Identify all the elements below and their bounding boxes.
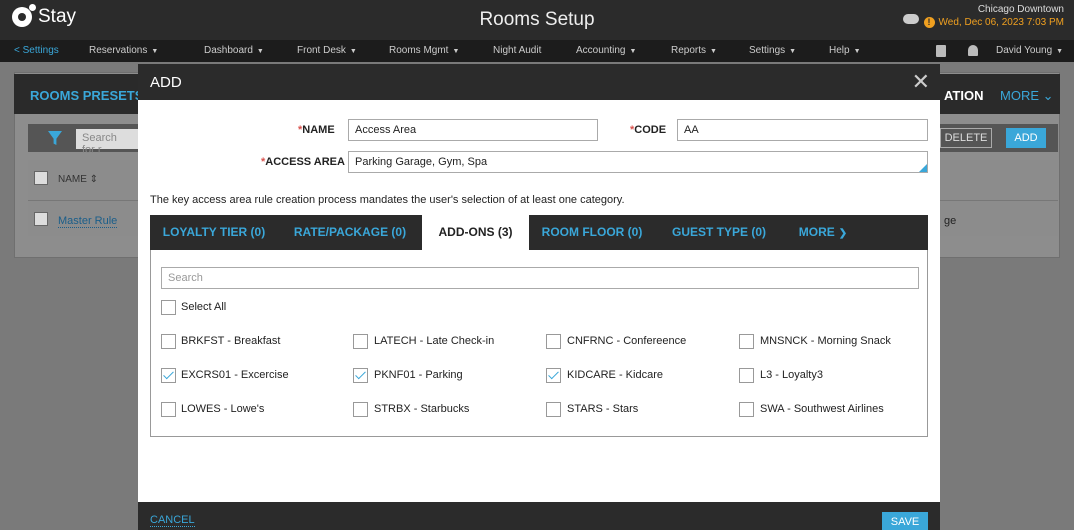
chevron-down-icon: ▼ bbox=[349, 48, 357, 55]
option-label: KIDCARE - Kidcare bbox=[567, 369, 663, 381]
option-checkbox-lowes[interactable] bbox=[161, 402, 176, 417]
option-label: LOWES - Lowe's bbox=[181, 403, 265, 415]
modal-footer: CANCEL SAVE bbox=[138, 502, 940, 530]
tab-loyalty-tier[interactable]: LOYALTY TIER (0) bbox=[150, 215, 278, 250]
option-checkbox-pknf01[interactable] bbox=[353, 368, 368, 383]
nav-night-audit[interactable]: Night Audit bbox=[493, 45, 541, 56]
save-button[interactable]: SAVE bbox=[882, 512, 928, 530]
add-modal: ADD ✕ *NAME Access Area *CODE AA *ACCESS… bbox=[138, 64, 940, 530]
tab-room-floor[interactable]: ROOM FLOOR (0) bbox=[529, 215, 655, 250]
option-checkbox-kidcare[interactable] bbox=[546, 368, 561, 383]
current-datetime: Wed, Dec 06, 2023 7:03 PM bbox=[938, 17, 1064, 28]
chevron-down-icon: ▼ bbox=[853, 48, 861, 55]
hotel-info: Chicago Downtown ! Wed, Dec 06, 2023 7:0… bbox=[923, 4, 1064, 28]
app-header: Stay Rooms Setup Chicago Downtown ! Wed,… bbox=[0, 0, 1074, 40]
access-area-field[interactable]: Parking Garage, Gym, Spa bbox=[348, 151, 928, 173]
option-label: EXCRS01 - Excercise bbox=[181, 369, 289, 381]
print-icon[interactable] bbox=[936, 45, 946, 57]
option-label: MNSNCK - Morning Snack bbox=[760, 335, 891, 347]
main-nav: < Settings Reservations ▼ Dashboard ▼ Fron… bbox=[0, 40, 1074, 62]
option-label: L3 - Loyalty3 bbox=[760, 369, 823, 381]
option-label: BRKFST - Breakfast bbox=[181, 335, 281, 347]
category-tabs: LOYALTY TIER (0) RATE/PACKAGE (0) ADD-ON… bbox=[150, 215, 928, 250]
option-checkbox-cnfrnc[interactable] bbox=[546, 334, 561, 349]
bell-icon[interactable] bbox=[968, 45, 978, 56]
option-checkbox-strbx[interactable] bbox=[353, 402, 368, 417]
chevron-down-icon: ▼ bbox=[629, 48, 637, 55]
modal-header: ADD ✕ bbox=[138, 64, 940, 100]
chevron-down-icon: ▼ bbox=[452, 48, 460, 55]
search-input[interactable]: Search bbox=[161, 267, 919, 289]
nav-help[interactable]: Help ▼ bbox=[829, 45, 861, 56]
row-checkbox[interactable] bbox=[34, 212, 48, 226]
tab-partial[interactable]: ATION bbox=[944, 88, 983, 103]
chevron-down-icon: ▼ bbox=[710, 48, 717, 55]
add-ons-panel: Search Select All BRKFST - Breakfast LAT… bbox=[150, 250, 928, 437]
option-label: STRBX - Starbucks bbox=[374, 403, 470, 415]
nav-dashboard[interactable]: Dashboard ▼ bbox=[204, 45, 264, 56]
nav-reservations[interactable]: Reservations ▼ bbox=[89, 45, 158, 56]
option-label: STARS - Stars bbox=[567, 403, 639, 415]
option-label: PKNF01 - Parking bbox=[374, 369, 463, 381]
chevron-down-icon: ⌄ bbox=[1042, 88, 1054, 103]
user-menu[interactable]: David Young ▼ bbox=[996, 45, 1063, 56]
code-field[interactable]: AA bbox=[677, 119, 928, 141]
resize-handle-icon[interactable] bbox=[919, 164, 927, 172]
hotel-name[interactable]: Chicago Downtown bbox=[924, 4, 1064, 15]
tab-add-ons[interactable]: ADD-ONS (3) bbox=[422, 215, 529, 250]
access-area-label: *ACCESS AREA bbox=[261, 156, 345, 168]
chevron-down-icon: ▼ bbox=[151, 48, 159, 55]
name-label: *NAME bbox=[298, 124, 335, 136]
tab-rooms-presets[interactable]: ROOMS PRESETS bbox=[30, 88, 143, 103]
chevron-down-icon: ❯ bbox=[838, 228, 848, 239]
column-header-name[interactable]: NAME ⇕ bbox=[58, 174, 98, 185]
delete-button[interactable]: DELETE bbox=[940, 128, 992, 148]
nav-rooms-mgmt[interactable]: Rooms Mgmt ▼ bbox=[389, 45, 459, 56]
back-to-settings-link[interactable]: < Settings bbox=[14, 45, 59, 56]
row-cell-partial: ge bbox=[944, 215, 957, 227]
tab-guest-type[interactable]: GUEST TYPE (0) bbox=[655, 215, 783, 250]
option-label: SWA - Southwest Airlines bbox=[760, 403, 884, 415]
select-all-label: Select All bbox=[181, 301, 227, 313]
chevron-down-icon: ▼ bbox=[1056, 48, 1064, 55]
option-label: LATECH - Late Check-in bbox=[374, 335, 495, 347]
nav-accounting[interactable]: Accounting ▼ bbox=[576, 45, 636, 56]
tab-more[interactable]: MORE ⌄ bbox=[1000, 88, 1054, 104]
select-all-checkbox[interactable] bbox=[161, 300, 176, 315]
option-checkbox-mnsnck[interactable] bbox=[739, 334, 754, 349]
option-checkbox-excrs01[interactable] bbox=[161, 368, 176, 383]
option-checkbox-l3[interactable] bbox=[739, 368, 754, 383]
chevron-down-icon: ▼ bbox=[789, 48, 797, 55]
chevron-down-icon: ▼ bbox=[256, 48, 264, 55]
nav-reports[interactable]: Reports ▼ bbox=[671, 45, 717, 56]
add-button[interactable]: ADD bbox=[1006, 128, 1046, 148]
tab-more[interactable]: MORE ❯ bbox=[783, 215, 863, 250]
weather-icon bbox=[903, 14, 919, 24]
code-label: *CODE bbox=[630, 124, 667, 136]
modal-title: ADD bbox=[150, 74, 182, 91]
tab-rate-package[interactable]: RATE/PACKAGE (0) bbox=[278, 215, 422, 250]
background-search-input[interactable]: Search for r bbox=[76, 129, 138, 156]
option-checkbox-swa[interactable] bbox=[739, 402, 754, 417]
instruction-text: The key access area rule creation proces… bbox=[150, 194, 625, 206]
option-checkbox-stars[interactable] bbox=[546, 402, 561, 417]
warning-icon[interactable]: ! bbox=[923, 17, 935, 28]
row-name-link[interactable]: Master Rule bbox=[58, 215, 118, 228]
nav-settings[interactable]: Settings ▼ bbox=[749, 45, 796, 56]
option-checkbox-brkfst[interactable] bbox=[161, 334, 176, 349]
cancel-button[interactable]: CANCEL bbox=[150, 514, 195, 527]
nav-front-desk[interactable]: Front Desk ▼ bbox=[297, 45, 357, 56]
close-icon[interactable]: ✕ bbox=[912, 69, 930, 95]
name-field[interactable]: Access Area bbox=[348, 119, 598, 141]
option-label: CNFRNC - Confereence bbox=[567, 335, 687, 347]
select-all-rows-checkbox[interactable] bbox=[34, 171, 48, 185]
option-checkbox-latech[interactable] bbox=[353, 334, 368, 349]
